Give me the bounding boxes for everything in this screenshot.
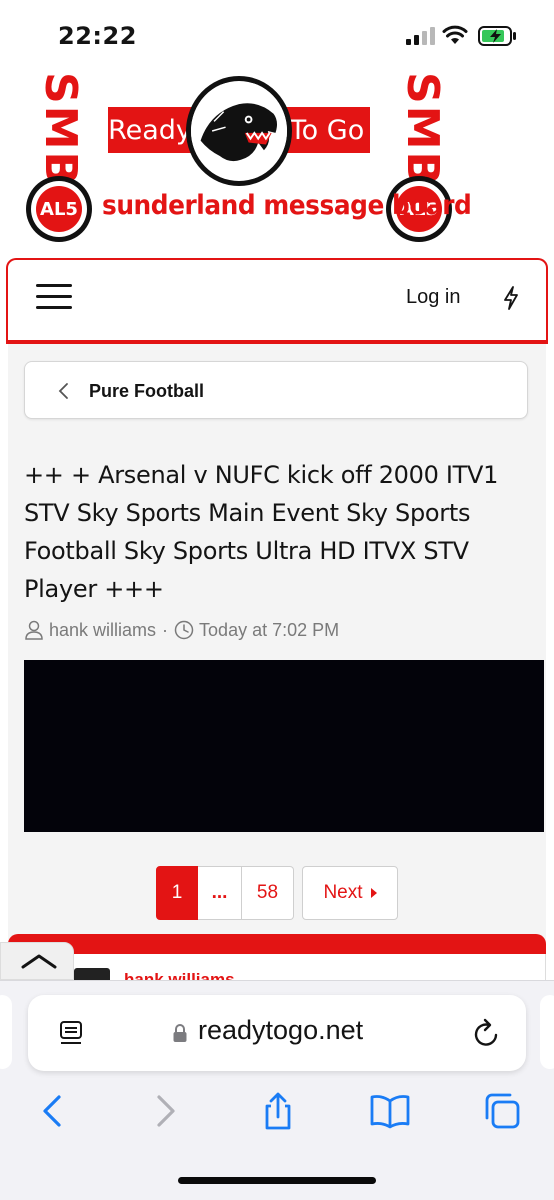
- share-icon[interactable]: [258, 1091, 298, 1131]
- smb-logo-left: SMB: [35, 72, 86, 188]
- hamburger-icon[interactable]: [36, 282, 72, 312]
- page-jump-button[interactable]: ...: [198, 866, 242, 920]
- meta-separator: ·: [162, 619, 169, 640]
- smb-logo-right: SMB: [397, 72, 448, 188]
- banner-ready-label: Ready: [108, 107, 192, 153]
- status-bar: 22:22: [0, 0, 554, 62]
- al15-badge-left: AL5: [26, 176, 92, 242]
- chevron-up-icon: [21, 954, 57, 969]
- status-time: 22:22: [58, 22, 137, 50]
- site-header: Log in: [6, 258, 548, 344]
- panther-logo-icon: [186, 76, 292, 186]
- post-author[interactable]: hank williams: [124, 966, 244, 980]
- signal-icon: [406, 27, 435, 45]
- thread-meta: hank williams · Today at 7:02 PM: [24, 618, 339, 642]
- lock-icon: [173, 1024, 187, 1042]
- pagination: 1 ... 58 Next: [156, 866, 398, 920]
- post-header-bar: [8, 934, 546, 954]
- breadcrumb-label: Pure Football: [89, 381, 205, 401]
- breadcrumb[interactable]: Pure Football: [24, 361, 528, 419]
- next-label: Next: [323, 882, 363, 903]
- wifi-icon: [442, 25, 468, 44]
- caret-right-icon: [370, 888, 377, 898]
- clock-icon: [174, 620, 194, 640]
- banner-tagline: sunderland message board: [102, 190, 472, 221]
- thread-title: ++ + Arsenal v NUFC kick off 2000 ITV1 S…: [24, 461, 499, 603]
- thread-time[interactable]: Today at 7:02 PM: [199, 620, 339, 641]
- page-1-button[interactable]: 1: [156, 866, 198, 920]
- embedded-video[interactable]: [24, 660, 544, 832]
- next-page-button[interactable]: Next: [302, 866, 398, 920]
- next-tab-peek[interactable]: [540, 995, 554, 1069]
- page-58-button[interactable]: 58: [242, 866, 294, 920]
- reload-icon[interactable]: [472, 1017, 502, 1049]
- tabs-icon[interactable]: [482, 1091, 522, 1131]
- battery-charging-icon: [478, 26, 516, 46]
- url-text[interactable]: readytogo.net: [198, 1015, 363, 1046]
- reader-icon[interactable]: [58, 1019, 86, 1047]
- home-indicator: [178, 1177, 376, 1184]
- prev-tab-peek[interactable]: [0, 995, 12, 1069]
- bookmarks-icon[interactable]: [370, 1091, 410, 1131]
- back-icon[interactable]: [32, 1091, 72, 1131]
- site-banner[interactable]: SMB SMB AL5 AL5 Ready To Go sunderland m…: [0, 62, 554, 252]
- scroll-top-button[interactable]: [0, 942, 74, 980]
- thread-author[interactable]: hank williams: [49, 620, 156, 641]
- login-link[interactable]: Log in: [406, 286, 461, 309]
- banner-togo-label: To Go: [284, 107, 370, 153]
- browser-toolbar: readytogo.net: [0, 980, 554, 1200]
- user-icon: [25, 620, 43, 640]
- forward-icon[interactable]: [146, 1091, 186, 1131]
- address-bar[interactable]: readytogo.net: [28, 995, 526, 1071]
- chevron-left-icon: [58, 383, 68, 399]
- bolt-icon[interactable]: [502, 286, 520, 310]
